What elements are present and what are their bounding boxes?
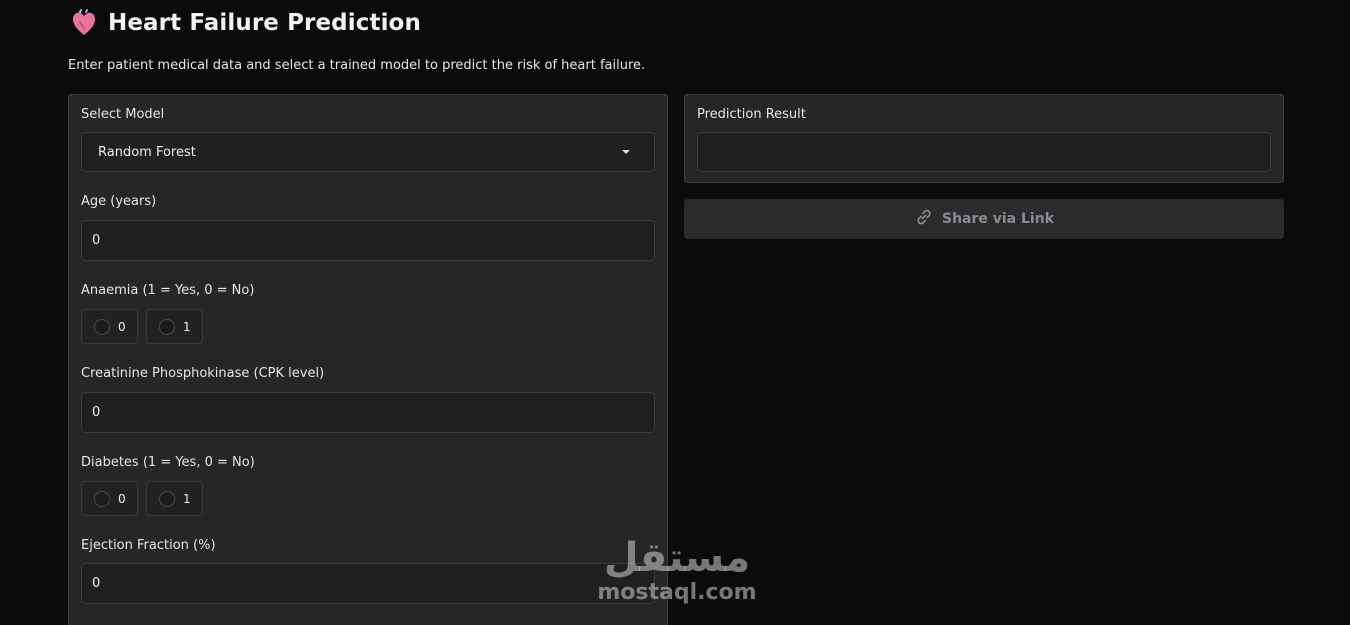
age-input[interactable]: 0 [81, 220, 655, 261]
ejection-fraction-input-value: 0 [92, 576, 101, 591]
page-header: Heart Failure Prediction [70, 6, 421, 40]
diabetes-option-1-label: 1 [183, 491, 191, 506]
cpk-input-value: 0 [92, 405, 101, 420]
anaemia-option-1[interactable]: 1 [146, 309, 203, 344]
model-label: Select Model [81, 107, 165, 122]
radio-circle-icon [94, 490, 110, 507]
prediction-result-label: Prediction Result [697, 107, 806, 122]
anaemia-option-0[interactable]: 0 [81, 309, 138, 344]
anaemia-option-1-label: 1 [183, 319, 191, 334]
anaemia-radio-group: 0 1 [81, 309, 203, 344]
prediction-result-panel: Prediction Result [684, 94, 1284, 183]
prediction-result-output [697, 132, 1271, 172]
age-input-value: 0 [92, 233, 101, 248]
diabetes-option-1[interactable]: 1 [146, 481, 203, 516]
input-form-panel: Select Model Random Forest Age (years) 0… [68, 94, 668, 625]
diabetes-radio-group: 0 1 [81, 481, 203, 516]
cpk-input[interactable]: 0 [81, 392, 655, 433]
model-dropdown[interactable]: Random Forest [81, 132, 655, 172]
anaemia-option-0-label: 0 [118, 319, 126, 334]
age-label: Age (years) [81, 194, 157, 209]
radio-circle-icon [159, 318, 175, 335]
model-dropdown-value: Random Forest [98, 144, 196, 160]
share-via-link-label: Share via Link [941, 211, 1054, 227]
diabetes-option-0-label: 0 [118, 491, 126, 506]
cpk-label: Creatinine Phosphokinase (CPK level) [81, 366, 325, 381]
page-title: Heart Failure Prediction [108, 10, 421, 36]
ejection-fraction-label: Ejection Fraction (%) [81, 538, 216, 553]
page-subtitle: Enter patient medical data and select a … [68, 58, 646, 73]
diabetes-option-0[interactable]: 0 [81, 481, 138, 516]
app-page: Heart Failure Prediction Enter patient m… [0, 0, 1350, 625]
diabetes-label: Diabetes (1 = Yes, 0 = No) [81, 455, 255, 470]
radio-circle-icon [94, 318, 110, 335]
anatomical-heart-icon [70, 9, 98, 37]
radio-circle-icon [159, 490, 175, 507]
ejection-fraction-input[interactable]: 0 [81, 563, 655, 604]
share-via-link-button[interactable]: Share via Link [684, 199, 1284, 239]
link-icon [914, 207, 934, 231]
caret-down-icon [622, 150, 630, 154]
anaemia-label: Anaemia (1 = Yes, 0 = No) [81, 283, 255, 298]
